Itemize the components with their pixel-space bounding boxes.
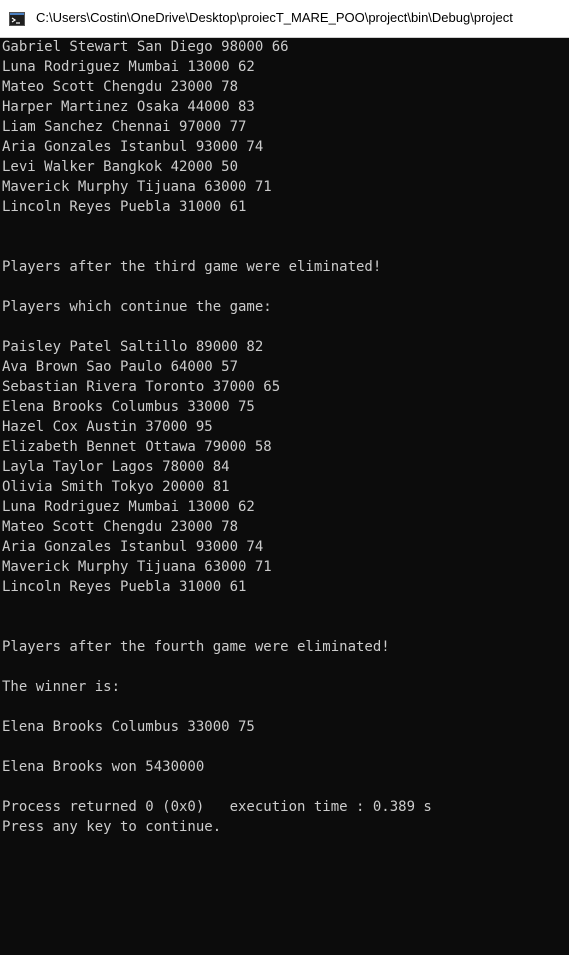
- console-line: Mateo Scott Chengdu 23000 78: [2, 79, 239, 95]
- console-line: Luna Rodriguez Mumbai 13000 62: [2, 59, 255, 75]
- console-line: Ava Brown Sao Paulo 64000 57: [2, 359, 239, 375]
- console-line: Process returned 0 (0x0) execution time …: [2, 799, 432, 815]
- console-line: Lincoln Reyes Puebla 31000 61: [2, 199, 247, 215]
- console-line: Gabriel Stewart San Diego 98000 66: [2, 39, 289, 55]
- console-output[interactable]: Gabriel Stewart San Diego 98000 66 Luna R…: [2, 37, 569, 837]
- console-line: Harper Martinez Osaka 44000 83: [2, 99, 255, 115]
- console-line: Elena Brooks Columbus 33000 75: [2, 399, 255, 415]
- console-line: Hazel Cox Austin 37000 95: [2, 419, 213, 435]
- console-line: Layla Taylor Lagos 78000 84: [2, 459, 230, 475]
- console-line: Lincoln Reyes Puebla 31000 61: [2, 579, 247, 595]
- console-line: Players after the fourth game were elimi…: [2, 639, 390, 655]
- console-line: Aria Gonzales Istanbul 93000 74: [2, 539, 264, 555]
- console-line: Players which continue the game:: [2, 299, 272, 315]
- console-line: Players after the third game were elimin…: [2, 259, 382, 275]
- console-line: Maverick Murphy Tijuana 63000 71: [2, 559, 272, 575]
- console-line: The winner is:: [2, 679, 121, 695]
- console-line: Liam Sanchez Chennai 97000 77: [2, 119, 247, 135]
- console-line: Elizabeth Bennet Ottawa 79000 58: [2, 439, 272, 455]
- console-line: Elena Brooks Columbus 33000 75: [2, 719, 255, 735]
- console-line: Paisley Patel Saltillo 89000 82: [2, 339, 264, 355]
- console-line: Maverick Murphy Tijuana 63000 71: [2, 179, 272, 195]
- console-line: Press any key to continue.: [2, 819, 222, 835]
- console-icon: [9, 12, 25, 26]
- console-line: Luna Rodriguez Mumbai 13000 62: [2, 499, 255, 515]
- console-line: Levi Walker Bangkok 42000 50: [2, 159, 239, 175]
- console-line: Sebastian Rivera Toronto 37000 65: [2, 379, 281, 395]
- console-line: Elena Brooks won 5430000: [2, 759, 205, 775]
- title-bar[interactable]: C:\Users\Costin\OneDrive\Desktop\proiecT…: [0, 0, 569, 38]
- console-line: Aria Gonzales Istanbul 93000 74: [2, 139, 264, 155]
- window-title: C:\Users\Costin\OneDrive\Desktop\proiecT…: [36, 10, 513, 25]
- console-line: Olivia Smith Tokyo 20000 81: [2, 479, 230, 495]
- console-window: C:\Users\Costin\OneDrive\Desktop\proiecT…: [0, 0, 569, 955]
- console-line: Mateo Scott Chengdu 23000 78: [2, 519, 239, 535]
